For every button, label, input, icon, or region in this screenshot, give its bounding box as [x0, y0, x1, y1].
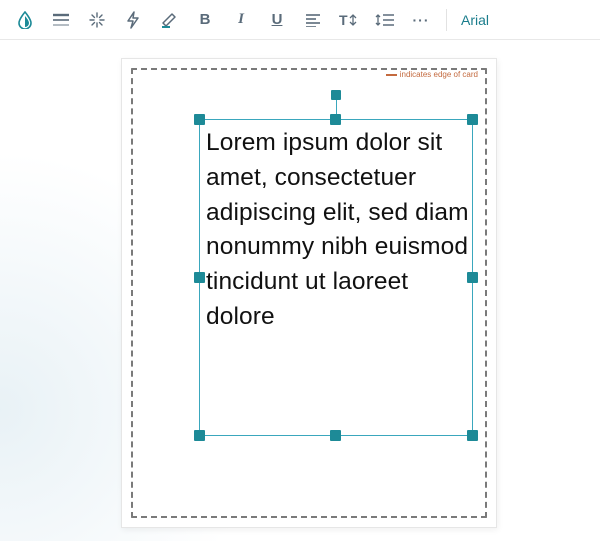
line-spacing-icon: [375, 12, 395, 28]
bold-button[interactable]: B: [188, 4, 222, 36]
card-edge-hint-text: indicates edge of card: [400, 70, 478, 79]
resize-handle-middle-right[interactable]: [467, 272, 478, 283]
font-family-select[interactable]: Arial: [455, 12, 495, 28]
underline-button[interactable]: U: [260, 4, 294, 36]
text-size-button[interactable]: T: [332, 4, 366, 36]
resize-handle-bottom-right[interactable]: [467, 430, 478, 441]
card[interactable]: indicates edge of card Lorem ipsum dolor…: [121, 58, 497, 528]
resize-handle-top-right[interactable]: [467, 114, 478, 125]
text-size-icon: T: [339, 12, 359, 28]
text-box-selection[interactable]: Lorem ipsum dolor sit amet, consectetuer…: [199, 119, 473, 436]
font-family-value: Arial: [461, 12, 489, 28]
highlight-button[interactable]: [152, 4, 186, 36]
lines-icon: [52, 13, 70, 27]
svg-text:T: T: [339, 12, 348, 28]
align-icon: [305, 13, 321, 27]
effects-button[interactable]: [116, 4, 150, 36]
more-button[interactable]: ···: [404, 4, 438, 36]
marker-icon: [160, 11, 178, 28]
toolbar-separator: [446, 9, 447, 31]
lightning-icon: [126, 11, 140, 29]
sparkle-button[interactable]: [80, 4, 114, 36]
sparkle-icon: [88, 11, 106, 29]
more-label: ···: [413, 12, 430, 28]
canvas-workspace[interactable]: indicates edge of card Lorem ipsum dolor…: [0, 40, 600, 541]
resize-handle-bottom-center[interactable]: [330, 430, 341, 441]
italic-button[interactable]: I: [224, 4, 258, 36]
align-button[interactable]: [296, 4, 330, 36]
resize-handle-top-left[interactable]: [194, 114, 205, 125]
resize-handle-bottom-left[interactable]: [194, 430, 205, 441]
resize-handle-middle-left[interactable]: [194, 272, 205, 283]
rotate-stem: [336, 98, 337, 114]
line-style-button[interactable]: [44, 4, 78, 36]
italic-label: I: [238, 11, 244, 28]
underline-label: U: [272, 11, 283, 28]
toolbar: B I U T ··· Arial: [0, 0, 600, 40]
line-spacing-button[interactable]: [368, 4, 402, 36]
bold-label: B: [200, 11, 211, 28]
rotate-handle[interactable]: [331, 90, 341, 100]
dash-icon: [386, 74, 397, 76]
text-box-content[interactable]: Lorem ipsum dolor sit amet, consectetuer…: [206, 126, 470, 335]
droplet-icon: [17, 11, 33, 29]
card-edge-hint: indicates edge of card: [384, 70, 480, 79]
resize-handle-top-center[interactable]: [330, 114, 341, 125]
fill-color-button[interactable]: [8, 4, 42, 36]
